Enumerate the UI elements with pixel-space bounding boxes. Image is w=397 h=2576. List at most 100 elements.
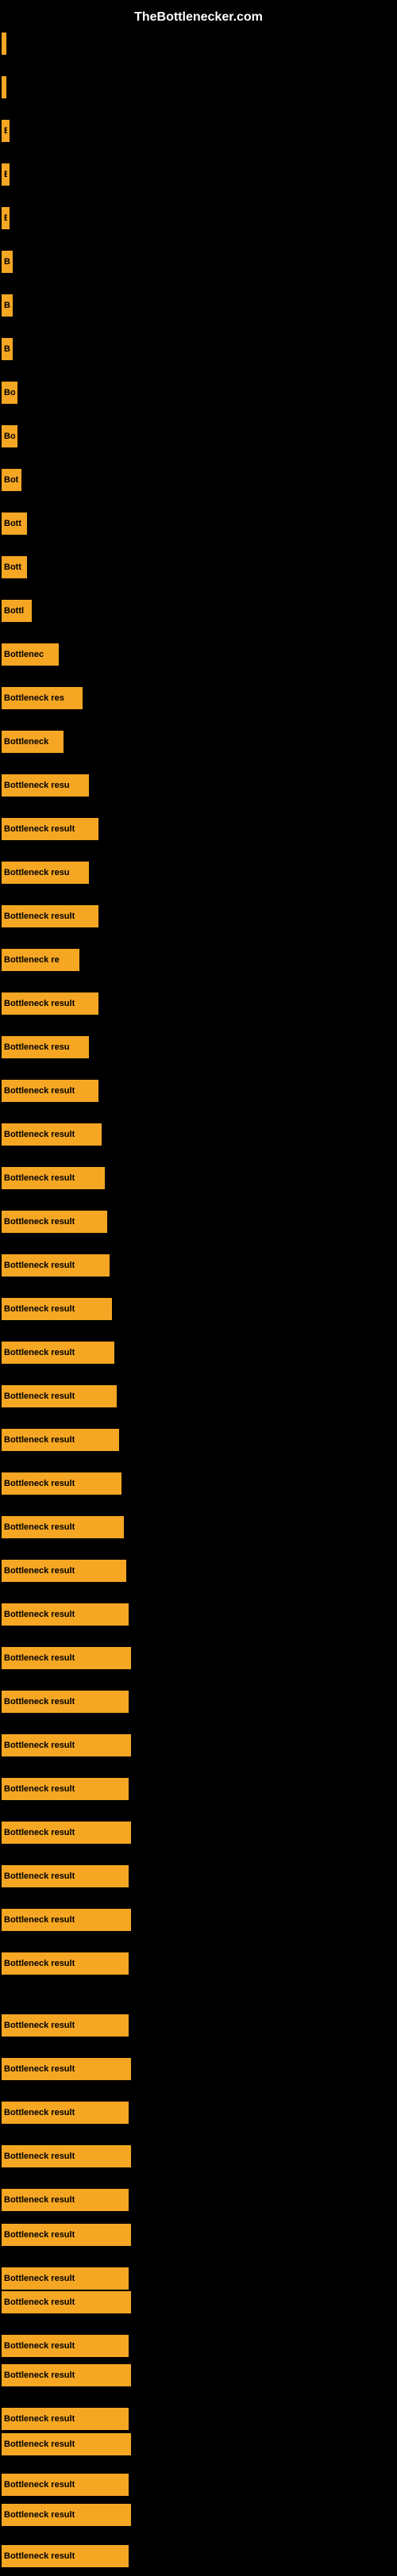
bar-label: Bottleneck result: [4, 2195, 75, 2205]
bar-row: Bottleneck result: [0, 1595, 397, 1634]
bar-row: E: [0, 155, 397, 194]
bar: Bottleneck re: [2, 949, 79, 971]
bar: Bottleneck result: [2, 2145, 131, 2167]
bar: Bottleneck result: [2, 2474, 129, 2496]
bar-row: Bottleneck result: [0, 1769, 397, 1809]
bar: Bottleneck result: [2, 1167, 105, 1189]
bar: Bottleneck result: [2, 1865, 129, 1887]
bar-row: Bot: [0, 460, 397, 500]
bar: Bottleneck result: [2, 2364, 131, 2386]
bar-label: Bottleneck result: [4, 1522, 75, 1532]
bar: Bottleneck result: [2, 1560, 126, 1582]
bar: Bottleneck result: [2, 1385, 117, 1407]
bar-row: Bottleneck result: [0, 2536, 397, 2576]
bar-label: Bottleneck result: [4, 1392, 75, 1401]
bar-row: Bottleneck result: [0, 1071, 397, 1111]
bar-label: Bottleneck re: [4, 955, 60, 965]
bar: Bottleneck result: [2, 905, 98, 927]
bar-row: Bottleneck res: [0, 678, 397, 718]
bar-label: Bottleneck result: [4, 2371, 75, 2380]
bar: Bottleneck resu: [2, 1036, 89, 1058]
bar-label: Bottleneck result: [4, 1173, 75, 1183]
bar-row: Bottleneck: [0, 722, 397, 762]
bar: Bottleneck result: [2, 1952, 129, 1975]
bar-row: Bottleneck result: [0, 1246, 397, 1285]
bar-label: Bottleneck result: [4, 1304, 75, 1314]
bar-label: Bottleneck: [4, 737, 48, 747]
bar: Bo: [2, 382, 17, 404]
bar-row: B: [0, 242, 397, 282]
bar: Bottleneck result: [2, 2545, 129, 2567]
bar-label: Bott: [4, 562, 21, 572]
bar: Bottleneck result: [2, 2058, 131, 2080]
bar-label: Bottleneck result: [4, 1784, 75, 1794]
bar-label: Bottleneck result: [4, 1130, 75, 1139]
bar: Bottleneck result: [2, 2102, 129, 2124]
bar: Bottleneck result: [2, 1691, 129, 1713]
bar-row: Bottleneck result: [0, 896, 397, 936]
bar-row: Bottleneck result: [0, 2495, 397, 2535]
bar-row: Bottleneck resu: [0, 766, 397, 805]
bar: Bottleneck result: [2, 1342, 114, 1364]
bar-row: Bo: [0, 373, 397, 413]
bar-row: Bottleneck result: [0, 1900, 397, 1940]
bar-row: Bottleneck result: [0, 1551, 397, 1591]
bar-label: Bottleneck resu: [4, 1042, 70, 1052]
bar-label: E: [4, 170, 7, 179]
bar-row: Bott: [0, 547, 397, 587]
bar: Bottleneck result: [2, 1778, 129, 1800]
bar: [2, 76, 6, 98]
bar-label: Bottleneck result: [4, 2298, 75, 2307]
bar-label: Bo: [4, 432, 15, 441]
bar-row: Bottleneck result: [0, 1638, 397, 1678]
bar-label: Bottleneck result: [4, 1217, 75, 1227]
bar: Bottleneck result: [2, 1211, 107, 1233]
bar: Bott: [2, 513, 27, 535]
bar-row: Bottleneck result: [0, 2180, 397, 2220]
bar-label: Bottleneck result: [4, 1348, 75, 1357]
bar-row: Bottleneck result: [0, 1202, 397, 1242]
bar: Bottlenec: [2, 643, 59, 666]
bar-label: Bottleneck result: [4, 2551, 75, 2561]
bar: Bottleneck result: [2, 1429, 119, 1451]
bar: Bottleneck res: [2, 687, 83, 709]
bar: Bottleneck result: [2, 2433, 131, 2455]
bar: Bottleneck result: [2, 1254, 110, 1276]
bar: Bottleneck result: [2, 2504, 131, 2526]
bar: Bottleneck result: [2, 2224, 131, 2246]
bar-row: E: [0, 111, 397, 151]
bar-row: Bottleneck result: [0, 1944, 397, 1983]
bar: Bo: [2, 425, 17, 447]
bar-row: Bottleneck resu: [0, 1027, 397, 1067]
bar: Bott: [2, 556, 27, 578]
bar: Bot: [2, 469, 21, 491]
bar-row: Bottleneck result: [0, 984, 397, 1023]
bar-label: Bottleneck result: [4, 1261, 75, 1270]
bar-row: Bottleneck result: [0, 1507, 397, 1547]
bar: Bottleneck result: [2, 1080, 98, 1102]
bar-row: Bottleneck result: [0, 1856, 397, 1896]
bar: Bottleneck result: [2, 1472, 121, 1495]
bar-label: Bottleneck result: [4, 1479, 75, 1488]
bar: Bottleneck resu: [2, 862, 89, 884]
bar-row: B: [0, 329, 397, 369]
bar-label: Bottleneck result: [4, 1915, 75, 1925]
bar-label: Bottleneck result: [4, 2510, 75, 2520]
bar-label: B: [4, 344, 10, 354]
bar-row: Bottl: [0, 591, 397, 631]
bar-row: Bott: [0, 504, 397, 543]
bar: Bottleneck result: [2, 1647, 131, 1669]
bar-label: Bottleneck resu: [4, 781, 70, 790]
bar-label: Bottleneck result: [4, 1741, 75, 1750]
bar-row: Bottleneck resu: [0, 853, 397, 893]
bar-label: Bot: [4, 475, 18, 485]
bar-row: Bottleneck result: [0, 2006, 397, 2045]
bar-row: B: [0, 286, 397, 325]
bar-label: Bottleneck result: [4, 2021, 75, 2030]
bar: E: [2, 120, 10, 142]
bar-row: Bottleneck result: [0, 1726, 397, 1765]
bar-row: Bottleneck re: [0, 940, 397, 980]
bar-label: Bottleneck resu: [4, 868, 70, 877]
bar-row: [0, 67, 397, 107]
bar-label: Bottleneck result: [4, 2440, 75, 2449]
